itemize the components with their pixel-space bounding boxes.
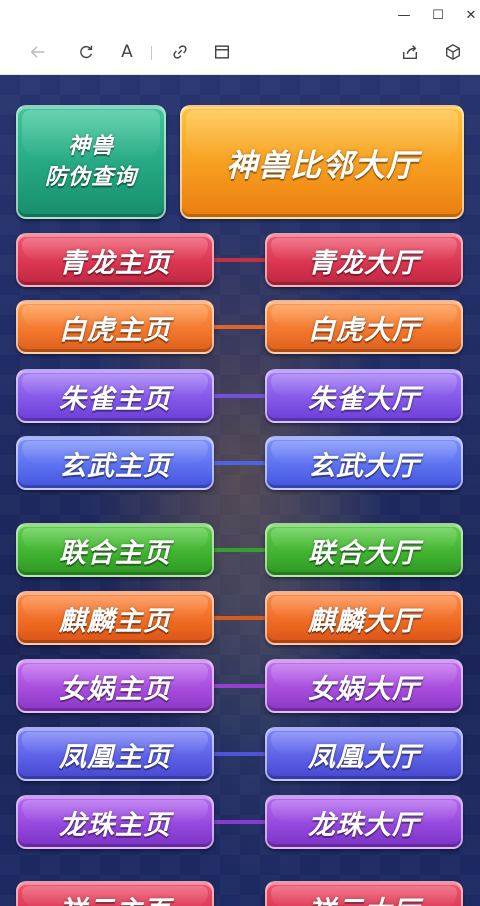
hall-button-baihu[interactable]: 白虎大厅	[265, 300, 463, 354]
hall-button-longzhu[interactable]: 龙珠大厅	[265, 795, 463, 849]
row-connector	[214, 258, 266, 262]
home-button-lianhe[interactable]: 联合主页	[16, 523, 214, 577]
toolbar-divider	[151, 46, 152, 60]
hall-button-qinglong[interactable]: 青龙大厅	[265, 233, 463, 287]
home-button-fenghuang[interactable]: 凤凰主页	[16, 727, 214, 781]
row-connector	[214, 394, 266, 398]
minimize-button[interactable]: —	[392, 3, 416, 27]
verify-label-line1: 神兽	[67, 134, 114, 159]
hall-button-zhuque[interactable]: 朱雀大厅	[265, 369, 463, 423]
share-icon[interactable]	[398, 40, 422, 64]
refresh-icon[interactable]	[74, 40, 98, 64]
row-connector	[214, 752, 266, 756]
link-icon[interactable]	[168, 40, 192, 64]
row-connector	[214, 461, 266, 465]
row-connector	[214, 325, 266, 329]
hall-button-xuanwu[interactable]: 玄武大厅	[265, 436, 463, 490]
home-button-longzhu[interactable]: 龙珠主页	[16, 795, 214, 849]
maximize-button[interactable]: ☐	[426, 3, 450, 27]
browser-toolbar: A	[0, 30, 480, 75]
close-button[interactable]: ✕	[459, 3, 480, 27]
hall-button-qilin[interactable]: 麒麟大厅	[265, 591, 463, 645]
home-button-qinglong[interactable]: 青龙主页	[16, 233, 214, 287]
hall-button-xiangyun[interactable]: 祥云大厅	[265, 881, 463, 906]
neighbor-hall-button[interactable]: 神兽比邻大厅	[180, 105, 464, 219]
hall-button-lianhe[interactable]: 联合大厅	[265, 523, 463, 577]
anti-fake-verify-button[interactable]: 神兽 防伪查询	[16, 105, 166, 219]
page-content: 神兽 防伪查询 神兽比邻大厅 青龙主页 青龙大厅 白虎主页 白虎大厅 朱雀主页 …	[0, 75, 480, 906]
row-connector	[214, 820, 266, 824]
row-connector	[214, 548, 266, 552]
window-icon[interactable]	[210, 40, 234, 64]
home-button-nvwa[interactable]: 女娲主页	[16, 659, 214, 713]
row-connector	[214, 616, 266, 620]
home-button-zhuque[interactable]: 朱雀主页	[16, 369, 214, 423]
hall-button-nvwa[interactable]: 女娲大厅	[265, 659, 463, 713]
font-icon[interactable]: A	[115, 40, 139, 64]
home-button-xiangyun[interactable]: 祥云主页	[16, 881, 214, 906]
verify-label-line2: 防伪查询	[44, 165, 137, 190]
window-title-bar: — ☐ ✕	[0, 0, 480, 30]
cube-icon[interactable]	[441, 40, 465, 64]
home-button-baihu[interactable]: 白虎主页	[16, 300, 214, 354]
row-connector	[214, 684, 266, 688]
home-button-xuanwu[interactable]: 玄武主页	[16, 436, 214, 490]
home-button-qilin[interactable]: 麒麟主页	[16, 591, 214, 645]
hall-button-fenghuang[interactable]: 凤凰大厅	[265, 727, 463, 781]
back-arrow-icon[interactable]	[26, 40, 50, 64]
